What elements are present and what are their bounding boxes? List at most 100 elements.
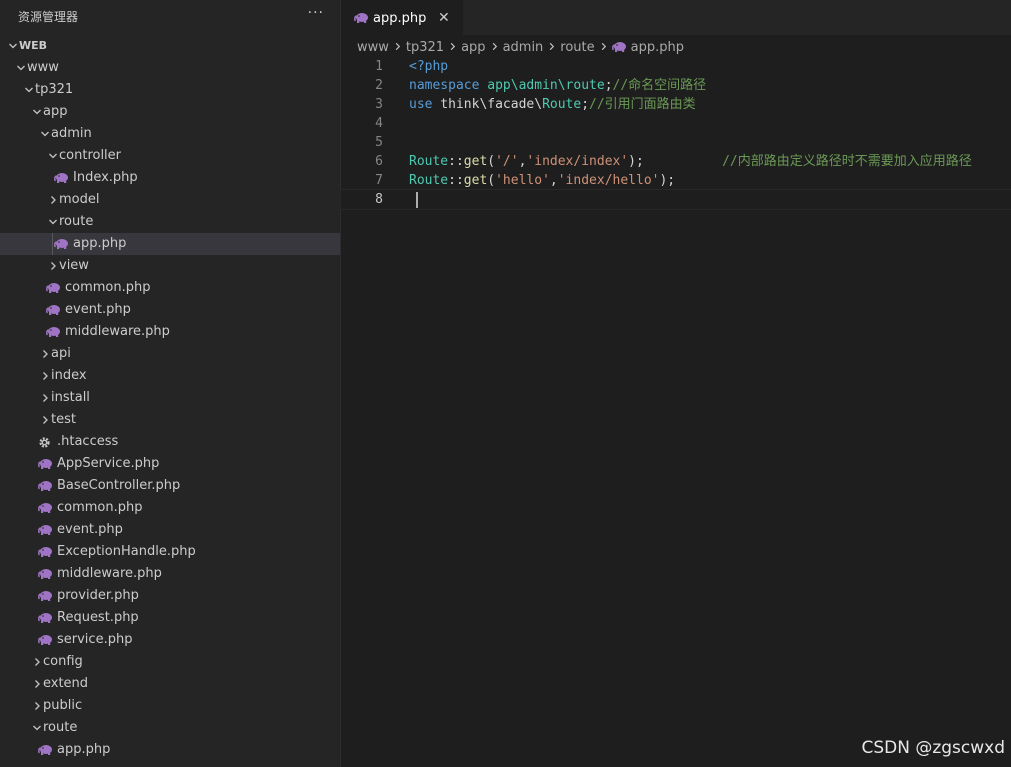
tree-file-app-php[interactable]: app.php bbox=[0, 233, 340, 255]
code-line[interactable]: 1 <?php bbox=[341, 57, 1011, 76]
breadcrumb-item[interactable]: admin bbox=[503, 40, 544, 55]
tree-file-middleware-php[interactable]: middleware.php bbox=[0, 321, 340, 343]
tree-folder-extend[interactable]: extend bbox=[0, 673, 340, 695]
more-actions-icon[interactable]: ··· bbox=[308, 5, 324, 21]
tree-file-common-php-2[interactable]: common.php bbox=[0, 497, 340, 519]
tree-folder-install[interactable]: install bbox=[0, 387, 340, 409]
chevron-down-icon bbox=[32, 101, 42, 123]
tree-file-common-php[interactable]: common.php bbox=[0, 277, 340, 299]
breadcrumb-item[interactable]: route bbox=[560, 40, 594, 55]
code-line[interactable]: 2 namespace app\admin\route;//命名空间路径 bbox=[341, 76, 1011, 95]
tree-item-label: event.php bbox=[57, 522, 123, 537]
tab-bar: app.php ✕ bbox=[341, 0, 1011, 36]
tree-folder-test[interactable]: test bbox=[0, 409, 340, 431]
code-line[interactable]: 4 bbox=[341, 114, 1011, 133]
tree-item-label: app.php bbox=[57, 742, 111, 757]
tree-file-index-php[interactable]: Index.php bbox=[0, 167, 340, 189]
tree-item-label: .htaccess bbox=[57, 434, 119, 449]
breadcrumb-item[interactable]: app.php bbox=[631, 40, 684, 55]
chevron-right-icon bbox=[48, 255, 58, 277]
tree-file-htaccess[interactable]: .htaccess bbox=[0, 431, 340, 453]
tree-file-event-php[interactable]: event.php bbox=[0, 299, 340, 321]
tree-folder-tp321[interactable]: tp321 bbox=[0, 79, 340, 101]
line-number: 6 bbox=[375, 154, 383, 169]
tree-folder-app[interactable]: app bbox=[0, 101, 340, 123]
tree-item-label: extend bbox=[43, 676, 89, 691]
tree-folder-model[interactable]: model bbox=[0, 189, 340, 211]
code-text: namespace app\admin\route;//命名空间路径 bbox=[409, 78, 707, 93]
code-text: use think\facade\Route;//引用门面路由类 bbox=[409, 97, 696, 112]
tree-folder-view[interactable]: view bbox=[0, 255, 340, 277]
tree-folder-route-root[interactable]: route bbox=[0, 717, 340, 739]
tree-item-label: ExceptionHandle.php bbox=[57, 544, 196, 559]
tree-item-label: model bbox=[59, 192, 100, 207]
chevron-down-icon bbox=[16, 57, 26, 79]
code-editor[interactable]: 1 <?php 2 namespace app\admin\route;//命名空间路… bbox=[340, 57, 1011, 210]
chevron-right-icon bbox=[48, 189, 58, 211]
code-line[interactable]: 6 Route::get('/','index/index'); //内部路由定义… bbox=[341, 152, 1011, 171]
tree-file-event-php-2[interactable]: event.php bbox=[0, 519, 340, 541]
php-file-icon bbox=[46, 321, 60, 343]
explorer-sidebar: 资源管理器 ··· WEB www tp321 app admin controller I… bbox=[0, 0, 341, 767]
tree-item-label: middleware.php bbox=[65, 324, 170, 339]
tab-label: app.php bbox=[373, 11, 427, 26]
tree-folder-www[interactable]: www bbox=[0, 57, 340, 79]
line-number: 8 bbox=[375, 192, 383, 207]
tree-item-label: WEB bbox=[19, 39, 48, 52]
breadcrumb-item[interactable]: tp321 bbox=[406, 40, 444, 55]
tree-item-label: middleware.php bbox=[57, 566, 162, 581]
tree-item-label: Index.php bbox=[73, 170, 138, 185]
tree-file-app-php-root[interactable]: app.php bbox=[0, 739, 340, 761]
chevron-right-icon bbox=[32, 673, 42, 695]
close-icon[interactable]: ✕ bbox=[438, 10, 450, 26]
code-text: <?php bbox=[409, 59, 449, 74]
tree-item-label: index bbox=[51, 368, 87, 383]
chevron-down-icon bbox=[40, 123, 50, 145]
php-file-icon bbox=[38, 585, 52, 607]
tree-file-request-php[interactable]: Request.php bbox=[0, 607, 340, 629]
chevron-right-icon bbox=[599, 41, 608, 54]
tree-file-appservice-php[interactable]: AppService.php bbox=[0, 453, 340, 475]
chevron-down-icon bbox=[48, 211, 58, 233]
code-text: Route::get('/','index/index'); //内部路由定义路… bbox=[409, 154, 972, 169]
tree-item-label: common.php bbox=[57, 500, 143, 515]
tree-folder-public[interactable]: public bbox=[0, 695, 340, 717]
tree-file-provider-php[interactable]: provider.php bbox=[0, 585, 340, 607]
tree-folder-route[interactable]: route bbox=[0, 211, 340, 233]
code-line[interactable]: 5 bbox=[341, 133, 1011, 152]
tree-item-label: controller bbox=[59, 148, 122, 163]
php-file-icon bbox=[38, 475, 52, 497]
tree-file-basecontroller-php[interactable]: BaseController.php bbox=[0, 475, 340, 497]
tree-item-label: route bbox=[59, 214, 94, 229]
php-file-icon bbox=[46, 277, 60, 299]
breadcrumb-item[interactable]: www bbox=[357, 40, 389, 55]
php-file-icon bbox=[611, 41, 627, 53]
tree-folder-index[interactable]: index bbox=[0, 365, 340, 387]
chevron-right-icon bbox=[40, 387, 50, 409]
php-file-icon bbox=[38, 519, 52, 541]
explorer-title: 资源管理器 bbox=[18, 10, 79, 24]
tree-folder-api[interactable]: api bbox=[0, 343, 340, 365]
tree-item-label: view bbox=[59, 258, 89, 273]
tree-item-label: app bbox=[43, 104, 68, 119]
text-cursor bbox=[416, 192, 418, 208]
tree-item-label: AppService.php bbox=[57, 456, 160, 471]
tree-item-label: admin bbox=[51, 126, 92, 141]
code-line[interactable]: 3 use think\facade\Route;//引用门面路由类 bbox=[341, 95, 1011, 114]
tree-file-service-php[interactable]: service.php bbox=[0, 629, 340, 651]
tree-item-label: Request.php bbox=[57, 610, 139, 625]
tree-folder-web[interactable]: WEB bbox=[0, 35, 340, 57]
tree-file-exceptionhandle-php[interactable]: ExceptionHandle.php bbox=[0, 541, 340, 563]
tree-folder-admin[interactable]: admin bbox=[0, 123, 340, 145]
php-file-icon bbox=[38, 453, 52, 475]
code-line[interactable]: 8 bbox=[340, 189, 1011, 210]
tree-item-label: api bbox=[51, 346, 71, 361]
tree-folder-config[interactable]: config bbox=[0, 651, 340, 673]
breadcrumb-item[interactable]: app bbox=[461, 40, 485, 55]
tab-app-php[interactable]: app.php ✕ bbox=[341, 0, 463, 36]
tree-file-middleware-php-2[interactable]: middleware.php bbox=[0, 563, 340, 585]
tree-folder-controller[interactable]: controller bbox=[0, 145, 340, 167]
php-file-icon bbox=[38, 607, 52, 629]
code-line[interactable]: 7 Route::get('hello','index/hello'); bbox=[341, 171, 1011, 190]
line-number: 4 bbox=[375, 116, 383, 131]
